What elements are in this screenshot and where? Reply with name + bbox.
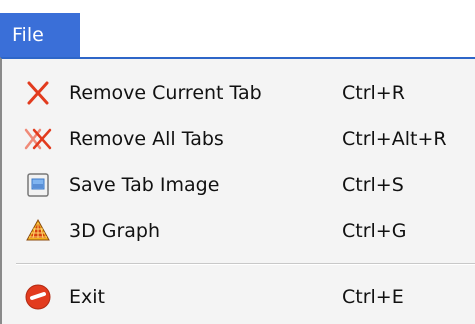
remove-x-icon	[24, 79, 52, 107]
menu-item-shortcut: Ctrl+E	[342, 286, 404, 308]
menu-item-shortcut: Ctrl+S	[342, 174, 404, 196]
menu-item-3d-graph[interactable]: 3D Graph Ctrl+G	[2, 208, 475, 254]
3d-graph-icon	[24, 217, 52, 245]
menu-item-exit[interactable]: Exit Ctrl+E	[2, 274, 475, 320]
menu-item-label: Exit	[69, 286, 105, 308]
menu-item-save-tab-image[interactable]: Save Tab Image Ctrl+S	[2, 162, 475, 208]
menu-item-label: Save Tab Image	[69, 174, 220, 196]
file-menu-window: File Remove Current Tab Ctrl+R Remove Al…	[0, 0, 475, 324]
menu-item-label: 3D Graph	[69, 220, 161, 242]
exit-icon	[24, 283, 52, 311]
save-image-icon	[24, 171, 52, 199]
menu-item-shortcut: Ctrl+R	[342, 82, 405, 104]
file-dropdown-menu: Remove Current Tab Ctrl+R Remove All Tab…	[0, 57, 475, 324]
menu-item-remove-current-tab[interactable]: Remove Current Tab Ctrl+R	[2, 70, 475, 116]
menu-item-label: Remove Current Tab	[69, 82, 262, 104]
file-menu-button[interactable]: File	[0, 13, 80, 57]
menubar: File	[0, 0, 475, 60]
menu-item-label: Remove All Tabs	[69, 128, 224, 150]
menu-item-remove-all-tabs[interactable]: Remove All Tabs Ctrl+Alt+R	[2, 116, 475, 162]
remove-all-x-icon	[24, 125, 52, 153]
menu-item-shortcut: Ctrl+Alt+R	[342, 128, 447, 150]
menu-separator	[16, 263, 475, 265]
menu-item-shortcut: Ctrl+G	[342, 220, 407, 242]
